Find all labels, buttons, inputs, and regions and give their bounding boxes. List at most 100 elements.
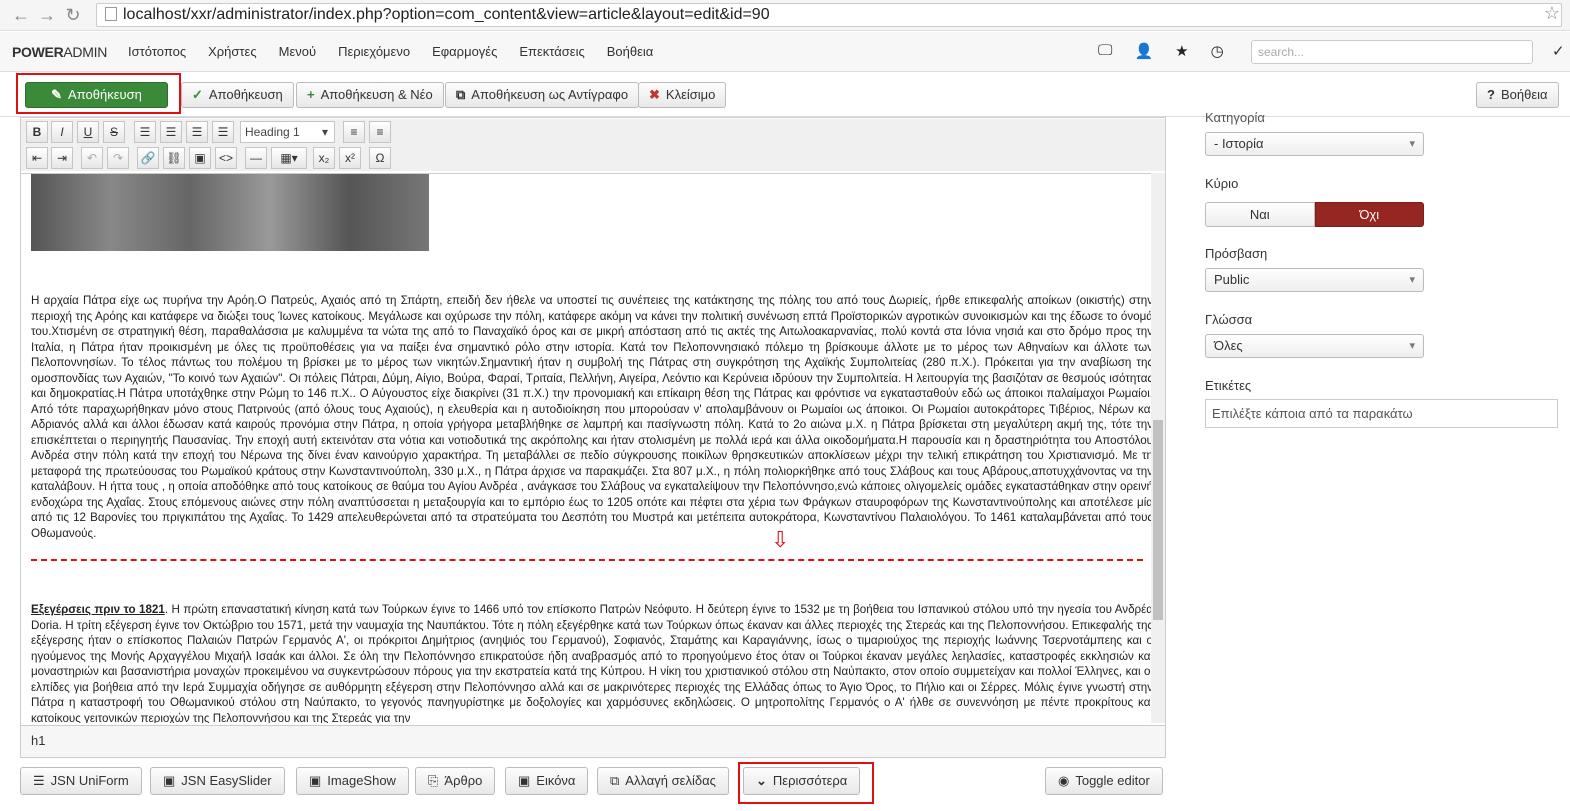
brand-logo[interactable]: POWERADMIN	[12, 44, 107, 60]
editor-content[interactable]: Η αρχαία Πάτρα είχε ως πυρήνα την Αρόη.Ο…	[21, 173, 1165, 723]
search-input[interactable]: search...	[1251, 40, 1533, 64]
highlight-more	[738, 762, 874, 804]
toggle-editor-label: Toggle editor	[1075, 773, 1150, 788]
language-label: Γλώσσα	[1205, 312, 1253, 327]
save-copy-button[interactable]: ⧉ Αποθήκευση ως Αντίγραφο	[445, 82, 640, 108]
menu-help[interactable]: Βοήθεια	[607, 44, 654, 59]
help-button[interactable]: ? Βοήθεια	[1476, 82, 1559, 108]
monitor-icon[interactable]: 🖵	[1098, 42, 1112, 60]
user-icon[interactable]: 👤	[1134, 42, 1153, 60]
undo-icon[interactable]: ↶	[81, 147, 103, 169]
language-select[interactable]: Όλες	[1205, 334, 1424, 358]
align-right-icon[interactable]: ☰	[186, 121, 208, 143]
imageshow-button[interactable]: ▣ ImageShow	[296, 767, 409, 795]
superscript-icon[interactable]: x²	[339, 147, 361, 169]
article-image[interactable]	[31, 174, 429, 251]
subscript-icon[interactable]: x₂	[313, 147, 335, 169]
featured-no-button[interactable]: Όχι	[1314, 202, 1424, 227]
underline-icon[interactable]: U	[77, 121, 99, 143]
category-label: Κατηγορία	[1205, 110, 1265, 125]
star-icon[interactable]: ★	[1175, 42, 1188, 60]
help-label: Βοήθεια	[1500, 87, 1548, 102]
featured-yes-button[interactable]: Ναι	[1205, 202, 1315, 227]
page-icon	[105, 7, 117, 21]
back-icon[interactable]: ←	[10, 4, 32, 26]
align-left-icon[interactable]: ☰	[134, 121, 156, 143]
outdent-icon[interactable]: ⇤	[26, 147, 48, 169]
forward-icon[interactable]: →	[36, 4, 58, 26]
highlight-save	[16, 73, 181, 114]
indent-icon[interactable]: ⇥	[51, 147, 73, 169]
article-paragraph-2: Εξεγέρσεις πριν το 1821. Η πρώτη επαναστ…	[31, 602, 1153, 723]
tags-input[interactable]: Επιλέξτε κάποια από τα παρακάτω	[1205, 399, 1558, 428]
special-char-icon[interactable]: Ω	[369, 147, 391, 169]
image-icon[interactable]: ▣	[189, 147, 211, 169]
redo-icon[interactable]: ↷	[107, 147, 129, 169]
main-menu: Ιστότοπος Χρήστες Μενού Περιεχόμενο Εφαρ…	[128, 44, 675, 59]
close-button[interactable]: ✖ Κλείσιμο	[638, 82, 727, 108]
browser-bar: ← → ↻ localhost/xxr/administrator/index.…	[0, 0, 1570, 31]
featured-toggle: Ναι Όχι	[1205, 202, 1424, 227]
strikethrough-icon[interactable]: S	[103, 121, 125, 143]
editor-scrollbar[interactable]	[1151, 173, 1165, 723]
featured-label: Κύριο	[1205, 176, 1239, 191]
menu-extensions[interactable]: Επεκτάσεις	[519, 44, 584, 59]
bullet-list-icon[interactable]: ≡	[343, 121, 365, 143]
numbered-list-icon[interactable]: ≡	[369, 121, 391, 143]
category-value: - Ιστορία	[1214, 136, 1264, 151]
copy-icon: ⧉	[456, 87, 466, 102]
article-paragraph-1: Η αρχαία Πάτρα είχε ως πυρήνα την Αρόη.Ο…	[31, 294, 1153, 540]
jsn-easyslider-label: JSN EasySlider	[181, 773, 272, 788]
reload-icon[interactable]: ↻	[62, 4, 84, 26]
table-icon[interactable]: ▦▾	[271, 147, 307, 169]
menu-menus[interactable]: Μενού	[279, 44, 316, 59]
article-button[interactable]: ⎘ Άρθρο	[415, 767, 496, 795]
imageshow-label: ImageShow	[327, 773, 396, 788]
save-new-button[interactable]: + Αποθήκευση & Νέο	[296, 82, 444, 108]
close-label: Κλείσιμο	[665, 87, 716, 102]
save-label: Αποθήκευση	[208, 87, 283, 102]
menu-components[interactable]: Εφαρμογές	[432, 44, 497, 59]
scroll-thumb[interactable]	[1153, 420, 1163, 620]
plus-icon: +	[307, 87, 315, 102]
rich-text-editor: B I U S ☰ ☰ ☰ ☰ Heading 1 ▾ ≡ ≡ ⇤ ⇥ ↶ ↷ 🔗…	[20, 117, 1166, 758]
address-bar[interactable]: localhost/xxr/administrator/index.php?op…	[96, 3, 1562, 27]
save-new-label: Αποθήκευση & Νέο	[320, 87, 433, 102]
section-text: . Η πρώτη επαναστατική κίνηση κατά των Τ…	[31, 603, 1153, 723]
toggle-editor-button[interactable]: ◉ Toggle editor	[1045, 767, 1163, 795]
image-button[interactable]: ▣ Εικόνα	[505, 767, 589, 795]
menu-site[interactable]: Ιστότοπος	[128, 44, 186, 59]
brand-light: ADMIN	[63, 44, 108, 60]
align-justify-icon[interactable]: ☰	[212, 121, 234, 143]
code-icon[interactable]: <>	[215, 147, 237, 169]
editor-toolbar-row-2: ⇤ ⇥ ↶ ↷ 🔗 ⛓ ▣ <> — ▦▾ x₂ x² Ω	[21, 145, 1165, 171]
access-value: Public	[1214, 272, 1250, 287]
align-center-icon[interactable]: ☰	[160, 121, 182, 143]
jsn-easyslider-button[interactable]: ▣ JSN EasySlider	[150, 767, 285, 795]
horizontal-rule-icon[interactable]: —	[245, 147, 267, 169]
check-icon[interactable]: ✓	[1552, 42, 1565, 60]
bold-icon[interactable]: B	[26, 121, 48, 143]
eye-icon: ◉	[1058, 773, 1070, 788]
italic-icon[interactable]: I	[51, 121, 73, 143]
url-text: localhost/xxr/administrator/index.php?op…	[123, 6, 770, 23]
tags-label: Ετικέτες	[1205, 378, 1252, 393]
article-label: Άρθρο	[444, 773, 483, 788]
menu-users[interactable]: Χρήστες	[208, 44, 257, 59]
clock-icon[interactable]: ◷	[1211, 42, 1224, 60]
jsn-uniform-button[interactable]: ☰ JSN UniForm	[20, 767, 142, 795]
bookmark-star-icon[interactable]: ☆	[1544, 3, 1560, 24]
access-select[interactable]: Public	[1205, 268, 1424, 292]
unlink-icon[interactable]: ⛓	[163, 147, 185, 169]
link-icon[interactable]: 🔗	[137, 147, 159, 169]
save-button[interactable]: ✓ Αποθήκευση	[181, 82, 294, 108]
close-icon: ✖	[649, 87, 660, 102]
format-value: Heading 1	[245, 125, 300, 139]
pagebreak-button[interactable]: ⧉ Αλλαγή σελίδας	[597, 767, 729, 795]
category-select[interactable]: - Ιστορία	[1205, 132, 1424, 156]
question-icon: ?	[1487, 87, 1495, 102]
format-select[interactable]: Heading 1 ▾	[240, 121, 335, 143]
picture-icon: ▣	[518, 773, 531, 788]
chevron-down-icon: ▾	[321, 125, 328, 139]
menu-content[interactable]: Περιεχόμενο	[338, 44, 410, 59]
